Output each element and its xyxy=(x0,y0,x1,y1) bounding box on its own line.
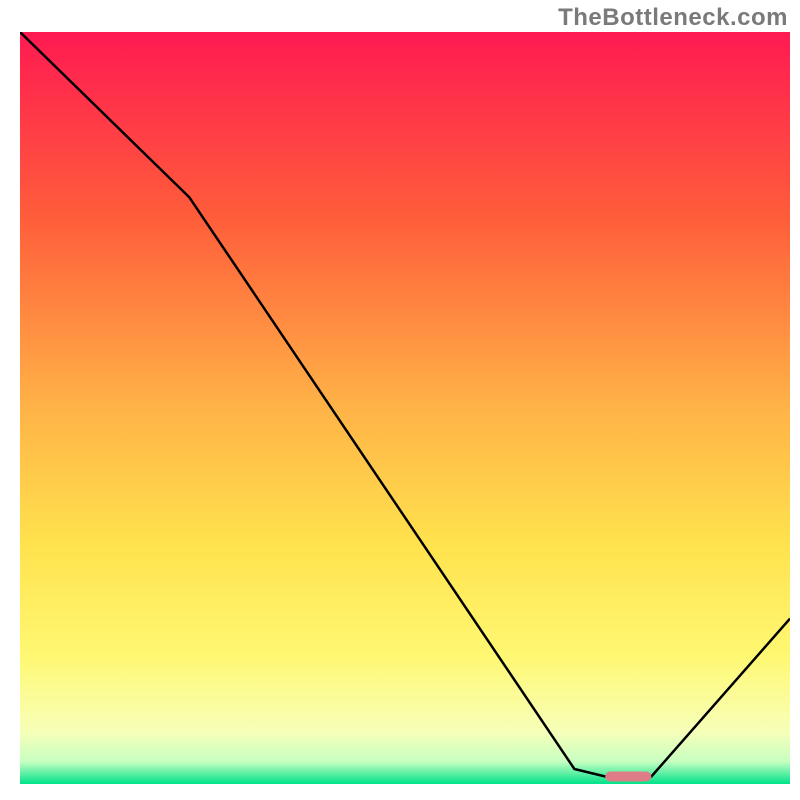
chart-svg xyxy=(20,32,790,784)
chart-frame: TheBottleneck.com xyxy=(0,0,800,800)
watermark-text: TheBottleneck.com xyxy=(558,4,788,32)
optimal-range-marker xyxy=(605,772,651,782)
plot-area xyxy=(20,32,790,784)
